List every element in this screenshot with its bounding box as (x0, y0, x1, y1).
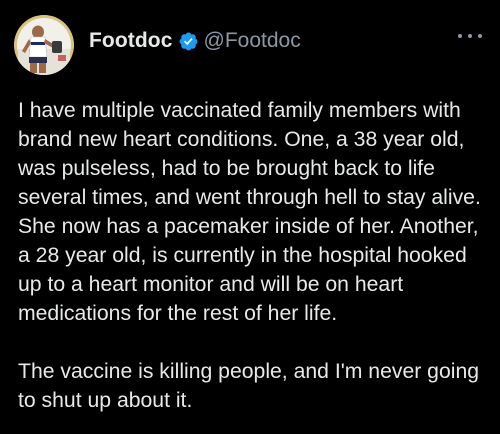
tweet-text: I have multiple vaccinated family member… (18, 96, 488, 415)
display-name[interactable]: Footdoc (89, 29, 173, 53)
more-options-icon[interactable] (458, 28, 482, 44)
dot-icon (458, 34, 462, 38)
avatar-photo-icon (14, 15, 74, 75)
dot-icon (468, 34, 472, 38)
dot-icon (478, 34, 482, 38)
user-handle[interactable]: @Footdoc (204, 29, 301, 53)
tweet-header: Footdoc @Footdoc (89, 27, 301, 55)
verified-badge-icon (178, 31, 199, 52)
tweet-card: Footdoc @Footdoc I have multiple vaccina… (0, 0, 500, 434)
avatar[interactable] (14, 15, 74, 75)
tweet-paragraph: The vaccine is killing people, and I'm n… (18, 360, 480, 412)
tweet-paragraph: I have multiple vaccinated family member… (18, 99, 481, 325)
